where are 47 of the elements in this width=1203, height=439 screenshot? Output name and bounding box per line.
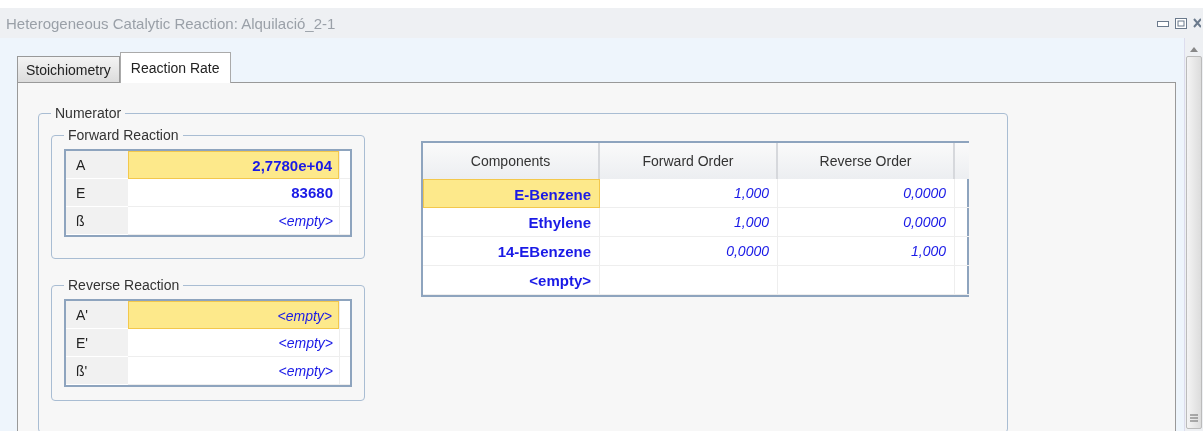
- order-cell[interactable]: 1,000: [778, 237, 955, 266]
- component-cell[interactable]: Ethylene: [423, 208, 600, 237]
- parameter-value[interactable]: <empty>: [128, 357, 339, 385]
- empty-cell: [339, 151, 350, 179]
- parameter-label: A': [66, 301, 128, 329]
- parameter-label: ß: [66, 207, 128, 235]
- empty-cell: [339, 301, 350, 329]
- header-filler: [955, 143, 969, 179]
- parameter-label: A: [66, 151, 128, 179]
- component-cell[interactable]: <empty>: [423, 266, 600, 295]
- scroll-thumb[interactable]: [1186, 56, 1202, 429]
- parameter-value[interactable]: 2,7780e+04: [128, 151, 339, 179]
- component-cell[interactable]: 14-EBenzene: [423, 237, 600, 266]
- order-cell[interactable]: 1,000: [600, 208, 778, 237]
- empty-cell[interactable]: [778, 266, 955, 295]
- parameter-value[interactable]: <empty>: [128, 207, 339, 235]
- parameter-value[interactable]: <empty>: [128, 329, 339, 357]
- order-cell[interactable]: 0,0000: [778, 208, 955, 237]
- parameter-value[interactable]: <empty>: [128, 301, 339, 329]
- empty-cell: [339, 357, 350, 385]
- component-cell[interactable]: E-Benzene: [423, 179, 600, 208]
- scrollbar[interactable]: [1184, 38, 1203, 431]
- minimize-icon[interactable]: [1157, 19, 1169, 27]
- tab[interactable]: Stoichiometry: [17, 56, 120, 82]
- close-icon[interactable]: [1193, 17, 1201, 29]
- group-title: Forward Reaction: [67, 127, 180, 143]
- column-header[interactable]: Reverse Order: [778, 143, 955, 179]
- empty-cell: [339, 329, 350, 357]
- parameter-label: ß': [66, 357, 128, 385]
- order-cell[interactable]: 1,000: [600, 179, 778, 208]
- parameter-label: E': [66, 329, 128, 357]
- group-title: Reverse Reaction: [67, 277, 181, 293]
- empty-cell: [339, 179, 350, 207]
- parameter-label: E: [66, 179, 128, 207]
- column-header[interactable]: Forward Order: [600, 143, 778, 179]
- column-header[interactable]: Components: [423, 143, 600, 179]
- grip-icon: [1190, 414, 1198, 422]
- empty-cell[interactable]: [600, 266, 778, 295]
- tab[interactable]: Reaction Rate: [119, 52, 231, 83]
- order-cell[interactable]: 0,0000: [600, 237, 778, 266]
- group-title: Numerator: [54, 105, 123, 121]
- empty-cell: [339, 207, 350, 235]
- window-title: Heterogeneous Catalytic Reaction: Alquilació_2-1: [6, 14, 337, 32]
- parameter-value[interactable]: 83680: [128, 179, 339, 207]
- order-cell[interactable]: 0,0000: [778, 179, 955, 208]
- scroll-up-icon[interactable]: [1190, 46, 1198, 52]
- restore-icon[interactable]: [1175, 17, 1187, 29]
